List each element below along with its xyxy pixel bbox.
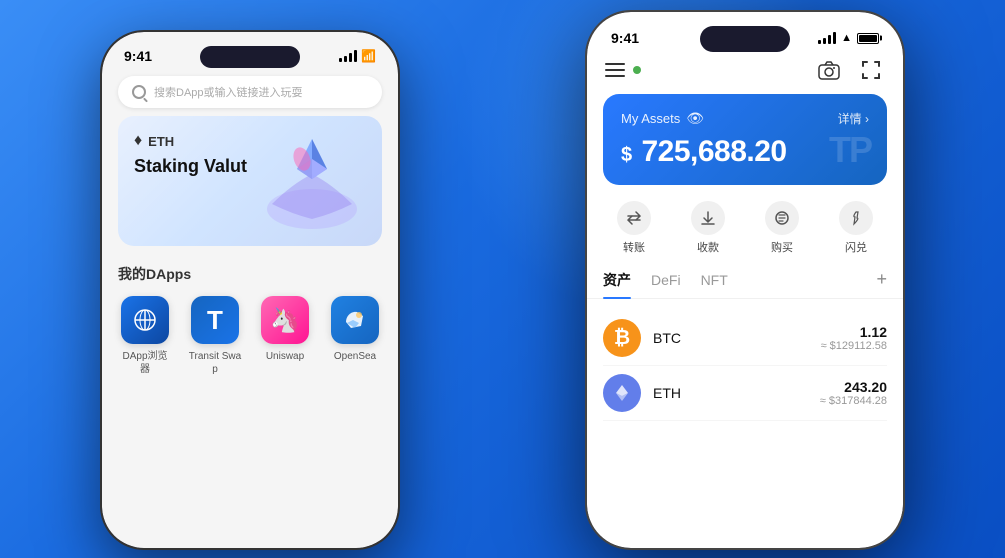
receive-label: 收款 bbox=[697, 239, 719, 255]
asset-row-btc[interactable]: ₿ BTC 1.12 ≈ $129112.58 bbox=[603, 311, 887, 366]
phone-right: 9:41 ▲ bbox=[585, 10, 905, 550]
action-buttons: 转账 收款 bbox=[587, 197, 903, 269]
eth-crystal-graphic bbox=[252, 124, 372, 239]
eth-usd: ≈ $317844.28 bbox=[820, 395, 887, 407]
hamburger-dot[interactable] bbox=[605, 63, 641, 77]
eth-name: ETH bbox=[653, 385, 681, 401]
dapps-section: 我的DApps DApp浏览器 bbox=[102, 254, 398, 384]
dapp-uniswap-icon: 🦄 bbox=[261, 296, 309, 344]
flash-icon bbox=[839, 201, 873, 235]
btc-icon: ₿ bbox=[603, 319, 641, 357]
dapp-item-browser[interactable]: DApp浏览器 bbox=[118, 296, 172, 376]
btc-values: 1.12 ≈ $129112.58 bbox=[821, 324, 887, 352]
phone-left-screen: 9:41 📶 搜索DApp或输入链接进入玩耍 ♦ ETH bbox=[102, 32, 398, 548]
status-icons-left: 📶 bbox=[339, 49, 376, 63]
assets-title: My Assets bbox=[621, 111, 680, 126]
dapp-browser-label: DApp浏览器 bbox=[118, 350, 172, 376]
phone-left: 9:41 📶 搜索DApp或输入链接进入玩耍 ♦ ETH bbox=[100, 30, 400, 550]
search-icon bbox=[132, 85, 146, 99]
dapp-browser-icon bbox=[121, 296, 169, 344]
asset-row-eth[interactable]: ETH 243.20 ≈ $317844.28 bbox=[603, 366, 887, 421]
time-right: 9:41 bbox=[611, 30, 639, 46]
eye-icon[interactable]: 👁 bbox=[686, 110, 704, 127]
tp-watermark: TP bbox=[829, 129, 871, 171]
receive-icon bbox=[691, 201, 725, 235]
assets-label: My Assets 👁 bbox=[621, 110, 704, 127]
currency-symbol: $ bbox=[621, 144, 632, 166]
dynamic-island bbox=[700, 26, 790, 52]
assets-header: My Assets 👁 详情 › bbox=[621, 110, 869, 127]
transfer-icon bbox=[617, 201, 651, 235]
camera-icon[interactable] bbox=[815, 56, 843, 84]
dapp-item-transit[interactable]: T Transit Swap bbox=[188, 296, 242, 376]
battery-fill bbox=[859, 35, 877, 42]
transfer-label: 转账 bbox=[623, 239, 645, 255]
dapps-title: 我的DApps bbox=[118, 264, 382, 284]
btc-name: BTC bbox=[653, 330, 681, 346]
amount-value: 725,688.20 bbox=[641, 135, 786, 168]
hamburger-icon[interactable] bbox=[605, 63, 625, 77]
tab-nft[interactable]: NFT bbox=[701, 272, 728, 296]
dapp-opensea-icon bbox=[331, 296, 379, 344]
add-asset-button[interactable]: + bbox=[876, 269, 887, 298]
eth-banner[interactable]: ♦ ETH Staking Valut bbox=[118, 116, 382, 246]
eth-diamond-icon: ♦ bbox=[134, 132, 142, 150]
time-left: 9:41 bbox=[124, 48, 152, 64]
search-bar[interactable]: 搜索DApp或输入链接进入玩耍 bbox=[118, 76, 382, 108]
assets-detail[interactable]: 详情 › bbox=[838, 110, 869, 127]
battery-icon-right bbox=[857, 33, 879, 44]
status-icons-right: ▲ bbox=[818, 32, 879, 44]
tab-assets[interactable]: 资产 bbox=[603, 270, 631, 298]
dapp-transit-label: Transit Swap bbox=[188, 350, 242, 376]
notch-left bbox=[200, 46, 300, 68]
asset-list: ₿ BTC 1.12 ≈ $129112.58 ETH bbox=[587, 311, 903, 421]
phones-container: 9:41 📶 搜索DApp或输入链接进入玩耍 ♦ ETH bbox=[0, 0, 1005, 558]
asset-tabs: 资产 DeFi NFT + bbox=[587, 269, 903, 299]
eth-coin-icon bbox=[603, 374, 641, 412]
eth-amount: 243.20 bbox=[820, 379, 887, 395]
signal-icon-right bbox=[818, 32, 836, 44]
scan-icon[interactable] bbox=[857, 56, 885, 84]
buy-icon bbox=[765, 201, 799, 235]
flash-label: 闪兑 bbox=[845, 239, 867, 255]
dapp-item-opensea[interactable]: OpenSea bbox=[328, 296, 382, 376]
wifi-icon-right: ▲ bbox=[841, 32, 852, 44]
tab-defi[interactable]: DeFi bbox=[651, 272, 681, 296]
flash-button[interactable]: 闪兑 bbox=[839, 201, 873, 255]
buy-label: 购买 bbox=[771, 239, 793, 255]
btc-amount: 1.12 bbox=[821, 324, 887, 340]
btc-usd: ≈ $129112.58 bbox=[821, 340, 887, 352]
eth-values: 243.20 ≈ $317844.28 bbox=[820, 379, 887, 407]
wifi-icon-left: 📶 bbox=[361, 49, 376, 63]
dapp-transit-icon: T bbox=[191, 296, 239, 344]
online-dot bbox=[633, 66, 641, 74]
header-right bbox=[587, 52, 903, 94]
dapp-opensea-label: OpenSea bbox=[334, 350, 376, 363]
dapp-uniswap-label: Uniswap bbox=[266, 350, 304, 363]
dapp-item-uniswap[interactable]: 🦄 Uniswap bbox=[258, 296, 312, 376]
receive-button[interactable]: 收款 bbox=[691, 201, 725, 255]
phone-right-screen: 9:41 ▲ bbox=[587, 12, 903, 548]
assets-card[interactable]: My Assets 👁 详情 › $ 725,688.20 TP bbox=[603, 94, 887, 185]
search-placeholder: 搜索DApp或输入链接进入玩耍 bbox=[154, 84, 303, 100]
buy-button[interactable]: 购买 bbox=[765, 201, 799, 255]
dapps-grid: DApp浏览器 T Transit Swap 🦄 Uniswap bbox=[118, 296, 382, 376]
signal-icon-left bbox=[339, 50, 357, 62]
header-actions bbox=[815, 56, 885, 84]
transfer-button[interactable]: 转账 bbox=[617, 201, 651, 255]
